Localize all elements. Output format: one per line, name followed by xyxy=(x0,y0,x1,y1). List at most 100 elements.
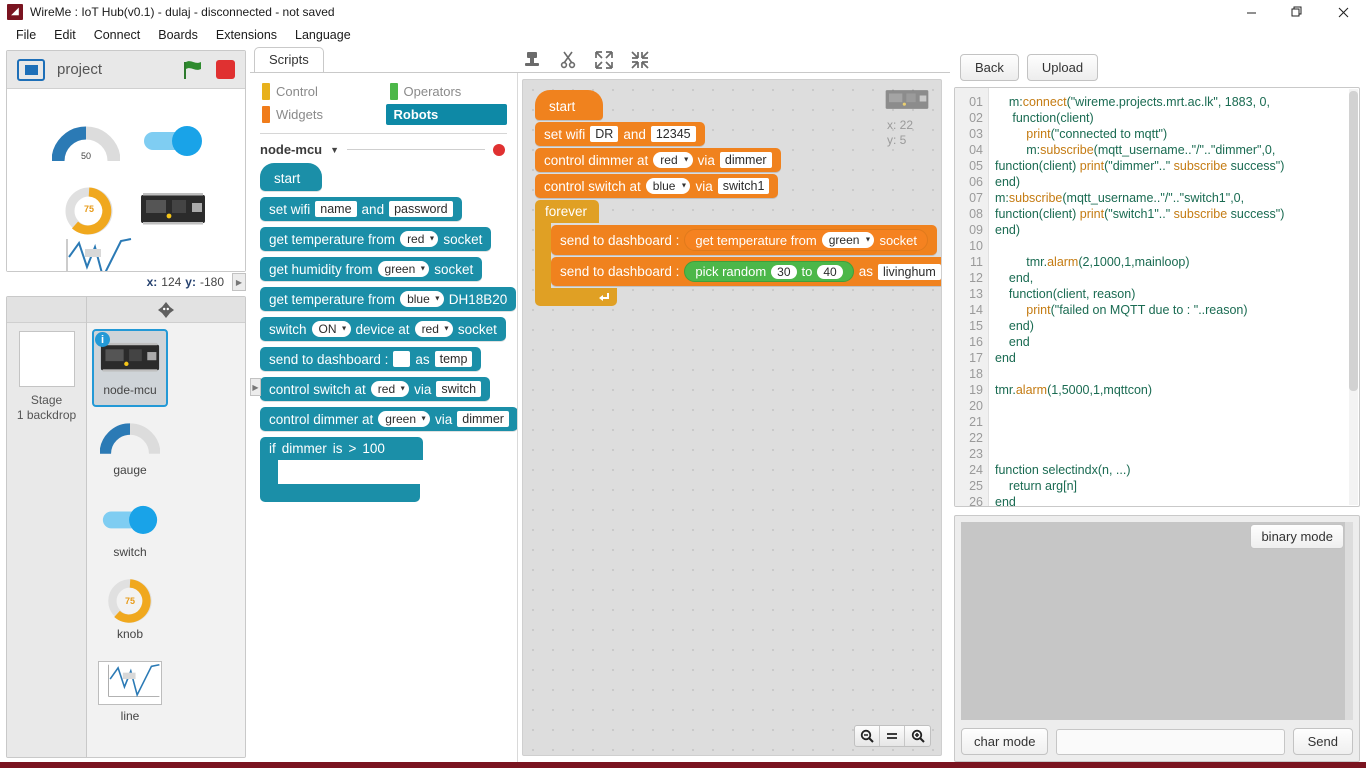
block-field-name[interactable]: dimmer xyxy=(719,152,772,168)
zoom-reset-icon[interactable] xyxy=(880,726,905,746)
shrink-icon[interactable] xyxy=(630,50,650,70)
palette-block-if[interactable]: if dimmer is > 100 xyxy=(260,437,423,502)
green-flag-icon[interactable] xyxy=(182,60,204,80)
maximize-button[interactable] xyxy=(1274,0,1320,24)
reporter-get-temperature[interactable]: get temperature from green socket xyxy=(684,229,929,251)
menu-language[interactable]: Language xyxy=(287,26,359,44)
code-editor[interactable]: 01 02 03 04 05 06 07 08 09 10 11 12 13 14 15 16 17 18 19 20… xyxy=(954,87,1360,507)
block-field-ssid[interactable]: name xyxy=(315,201,357,217)
stage-widget-knob[interactable]: 75 xyxy=(62,184,116,241)
category-control[interactable]: Control xyxy=(258,81,380,102)
script-block-forever[interactable]: forever send to dashboard : get temperat… xyxy=(535,200,941,306)
reporter-pick-random[interactable]: pick random 30 to 40 xyxy=(684,261,854,282)
char-mode-button[interactable]: char mode xyxy=(961,728,1049,755)
block-field-password[interactable]: 12345 xyxy=(650,126,696,142)
stamp-icon[interactable] xyxy=(522,50,542,70)
palette-block-get-temperature-socket[interactable]: get temperature from red socket xyxy=(260,227,492,251)
palette-block-send-to-dashboard[interactable]: send to dashboard : as temp xyxy=(260,347,482,371)
block-dropdown-socket[interactable]: green xyxy=(378,411,430,427)
block-dropdown-socket[interactable]: red xyxy=(653,152,693,168)
if-variable-field[interactable]: dimmer xyxy=(282,441,327,456)
close-button[interactable] xyxy=(1320,0,1366,24)
block-field-password[interactable]: password xyxy=(389,201,453,217)
stage-backdrop-thumbnail[interactable] xyxy=(18,331,75,387)
block-dropdown-socket[interactable]: red xyxy=(414,321,453,337)
stage-widget-switch[interactable] xyxy=(142,124,204,159)
block-dropdown-socket[interactable]: blue xyxy=(645,178,691,194)
menu-boards[interactable]: Boards xyxy=(150,26,206,44)
block-field-name[interactable]: switch xyxy=(436,381,482,397)
palette-device-selector[interactable]: node-mcu ▼ xyxy=(250,134,517,163)
scissors-icon[interactable] xyxy=(558,50,578,70)
reporter-field-from[interactable]: 30 xyxy=(771,264,797,279)
stage-expand-arrow-icon[interactable]: ▶ xyxy=(232,273,246,291)
back-button[interactable]: Back xyxy=(960,54,1019,81)
palette-block-get-temperature-dh18b20[interactable]: get temperature from blue DH18B20 xyxy=(260,287,517,311)
script-block-control-switch[interactable]: control switch at blue via switch1 xyxy=(535,174,779,198)
script-block-control-dimmer[interactable]: control dimmer at red via dimmer xyxy=(535,148,781,172)
upload-button[interactable]: Upload xyxy=(1026,54,1099,81)
minimize-button[interactable] xyxy=(1228,0,1274,24)
code-content[interactable]: m:connect("wireme.projects.mrt.ac.lk", 1… xyxy=(989,88,1359,506)
block-dropdown-socket[interactable]: blue xyxy=(400,291,444,307)
stage-canvas[interactable]: 50 75 xyxy=(7,89,245,271)
stage-widget-node-mcu[interactable] xyxy=(140,192,206,229)
grow-icon[interactable] xyxy=(594,50,614,70)
block-dropdown-socket[interactable]: red xyxy=(370,381,410,397)
category-widgets[interactable]: Widgets xyxy=(258,104,380,125)
console-scrollbar[interactable] xyxy=(1345,522,1353,720)
block-dropdown-state[interactable]: ON xyxy=(311,321,351,337)
block-palette[interactable]: Control Operators Widgets Robots node-mc… xyxy=(250,73,518,762)
sprite-item-knob[interactable]: 75 knob xyxy=(92,575,168,653)
sprite-item-switch[interactable]: switch xyxy=(92,493,168,571)
stop-button[interactable] xyxy=(216,60,235,79)
sprite-item-line[interactable]: line xyxy=(92,657,168,735)
palette-block-get-humidity-socket[interactable]: get humidity from green socket xyxy=(260,257,483,281)
block-field-name[interactable]: temp xyxy=(434,351,473,367)
script-canvas[interactable]: x: 22 y: 5 start set wifi DR and 12345 c… xyxy=(522,79,942,756)
block-field-name[interactable]: dimmer xyxy=(457,411,509,427)
send-button[interactable]: Send xyxy=(1292,728,1353,755)
block-dropdown-socket[interactable]: green xyxy=(377,261,430,277)
menu-extensions[interactable]: Extensions xyxy=(208,26,285,44)
stage-widget-line[interactable] xyxy=(55,237,133,271)
menu-edit[interactable]: Edit xyxy=(46,26,84,44)
palette-block-set-wifi[interactable]: set wifi name and password xyxy=(260,197,462,221)
block-field-ssid[interactable]: DR xyxy=(590,126,619,142)
palette-block-control-switch[interactable]: control switch at red via switch xyxy=(260,377,491,401)
reporter-dropdown-socket[interactable]: green xyxy=(821,232,875,248)
script-block-send-to-dashboard-2[interactable]: send to dashboard : pick random 30 to 40… xyxy=(551,257,941,286)
menu-file[interactable]: File xyxy=(8,26,44,44)
code-scrollbar[interactable] xyxy=(1349,89,1358,505)
stage-selector-column[interactable]: Stage 1 backdrop xyxy=(7,297,87,757)
block-dropdown-socket[interactable]: red xyxy=(400,231,439,247)
console-input-field[interactable] xyxy=(1056,728,1285,755)
zoom-out-icon[interactable] xyxy=(855,726,880,746)
block-field-name[interactable]: livinghum xyxy=(877,263,941,280)
reporter-field-to[interactable]: 40 xyxy=(817,264,843,279)
palette-block-control-dimmer[interactable]: control dimmer at green via dimmer xyxy=(260,407,517,431)
script-stack[interactable]: start set wifi DR and 12345 control dimm… xyxy=(535,90,941,306)
script-block-start[interactable]: start xyxy=(535,90,604,120)
menu-connect[interactable]: Connect xyxy=(86,26,149,44)
binary-mode-button[interactable]: binary mode xyxy=(1250,524,1344,549)
category-robots[interactable]: Robots xyxy=(385,104,507,125)
zoom-in-icon[interactable] xyxy=(905,726,930,746)
block-field-value[interactable] xyxy=(393,351,411,367)
console-output[interactable]: binary mode xyxy=(961,522,1353,720)
block-field-name[interactable]: switch1 xyxy=(717,178,770,194)
if-operator-dropdown[interactable]: > xyxy=(349,441,357,456)
sprite-item-node-mcu[interactable]: i node-mcu xyxy=(92,329,168,407)
palette-collapse-arrow-icon[interactable]: ▶ xyxy=(250,378,261,396)
tab-scripts[interactable]: Scripts xyxy=(254,47,324,72)
category-operators[interactable]: Operators xyxy=(386,81,508,102)
new-sprite-icon[interactable] xyxy=(157,301,175,319)
sprite-item-gauge[interactable]: gauge xyxy=(92,411,168,489)
stage-widget-gauge[interactable]: 50 xyxy=(51,121,121,166)
script-block-send-to-dashboard-1[interactable]: send to dashboard : get temperature from… xyxy=(551,225,938,255)
if-value-field[interactable]: 100 xyxy=(362,441,385,456)
chevron-down-icon[interactable]: ▼ xyxy=(330,145,339,155)
palette-block-start[interactable]: start xyxy=(260,163,323,191)
sprite-info-badge[interactable]: i xyxy=(95,332,110,347)
palette-block-switch-device[interactable]: switch ON device at red socket xyxy=(260,317,506,341)
